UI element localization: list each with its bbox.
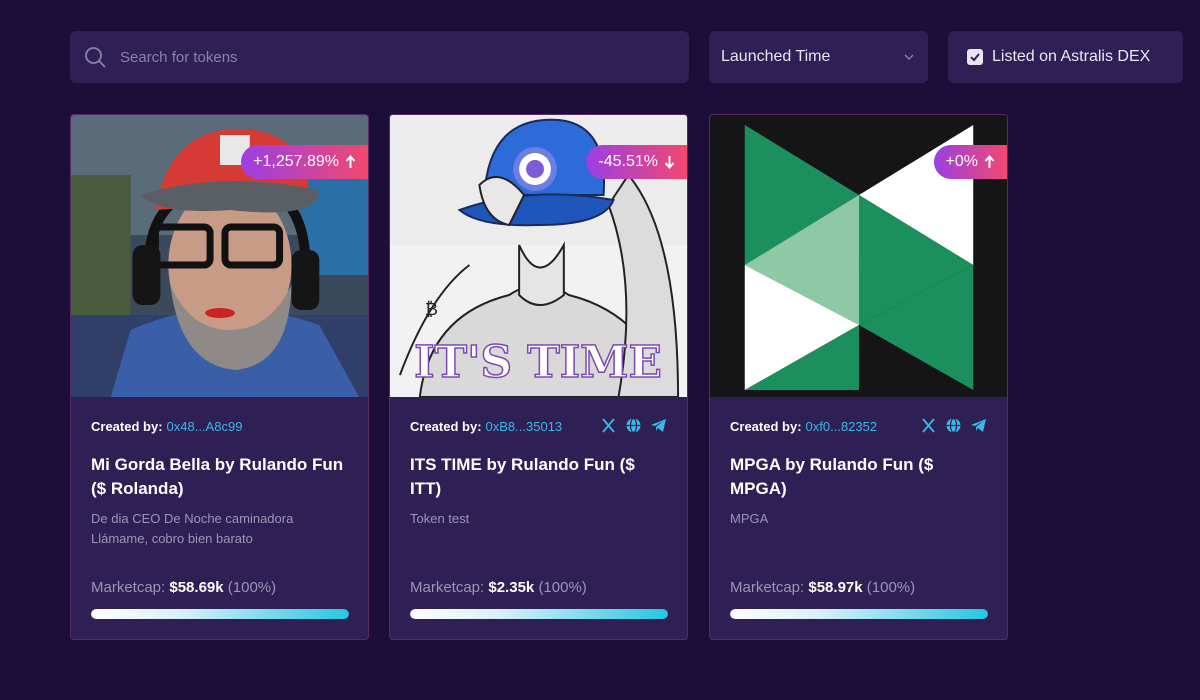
marketcap-line: Marketcap: $2.35k (100%) <box>410 579 587 596</box>
globe-icon[interactable] <box>625 417 642 434</box>
arrow-down-icon <box>664 155 675 169</box>
created-by-label: Created by: <box>730 418 802 434</box>
search-input[interactable] <box>120 31 689 83</box>
marketcap-progress-bar <box>91 609 349 619</box>
arrow-up-icon <box>345 155 356 169</box>
chevron-down-icon <box>903 51 915 63</box>
token-image: +1,257.89% <box>71 115 368 397</box>
creator-address-link[interactable]: 0xf0...82352 <box>806 419 878 434</box>
token-description: Token test <box>410 511 470 526</box>
marketcap-percent: (100%) <box>227 579 277 596</box>
svg-text:₿: ₿ <box>425 299 438 320</box>
listed-checkbox[interactable] <box>967 49 983 65</box>
token-card[interactable]: ₿ IT'S TIME -45.51% Created by: 0xB8...3… <box>389 114 688 640</box>
marketcap-label: Marketcap: <box>91 579 166 596</box>
marketcap-value: $2.35k <box>488 579 535 596</box>
listed-label: Listed on Astralis DEX <box>992 48 1151 65</box>
marketcap-value: $58.69k <box>169 579 224 596</box>
marketcap-percent: (100%) <box>866 579 916 596</box>
search-icon <box>84 46 106 68</box>
price-change-value: +1,257.89% <box>253 153 339 170</box>
created-by-label: Created by: <box>410 418 482 434</box>
token-title: ITS TIME by Rulando Fun ($ ITT) <box>410 455 635 498</box>
token-card[interactable]: +1,257.89% Created by: 0x48...A8c99 Mi G… <box>70 114 369 640</box>
search-bar[interactable] <box>70 31 689 83</box>
created-by-label: Created by: <box>91 418 163 434</box>
token-card[interactable]: +0% Created by: 0xf0...82352 MPGA by Rul… <box>709 114 1008 640</box>
token-title: Mi Gorda Bella by Rulando Fun ($ Rolanda… <box>91 455 344 498</box>
price-change-value: +0% <box>945 153 978 170</box>
marketcap-line: Marketcap: $58.69k (100%) <box>91 579 276 596</box>
price-change-badge: +0% <box>933 145 1007 179</box>
marketcap-line: Marketcap: $58.97k (100%) <box>730 579 915 596</box>
marketcap-percent: (100%) <box>538 579 587 596</box>
price-change-badge: -45.51% <box>586 145 687 179</box>
image-caption-text: IT'S TIME <box>414 337 662 388</box>
marketcap-label: Marketcap: <box>730 579 805 596</box>
creator-line: Created by: 0x48...A8c99 <box>91 417 348 435</box>
token-description: De dia CEO De Noche caminadora Llámame, … <box>91 511 294 546</box>
x-icon[interactable] <box>920 417 937 434</box>
social-links <box>600 417 667 434</box>
telegram-icon[interactable] <box>970 417 987 434</box>
creator-address-link[interactable]: 0x48...A8c99 <box>167 419 243 434</box>
marketcap-progress-bar <box>730 609 988 619</box>
token-image: +0% <box>710 115 1007 397</box>
marketcap-value: $58.97k <box>808 579 863 596</box>
progress-fill <box>730 609 988 619</box>
listed-on-dex-toggle[interactable]: Listed on Astralis DEX <box>948 31 1183 83</box>
price-change-value: -45.51% <box>598 153 658 170</box>
sort-dropdown[interactable]: Launched Time <box>709 31 928 83</box>
x-icon[interactable] <box>600 417 617 434</box>
token-image: ₿ IT'S TIME -45.51% <box>390 115 687 397</box>
globe-icon[interactable] <box>945 417 962 434</box>
progress-fill <box>91 609 349 619</box>
social-links <box>920 417 987 434</box>
marketcap-label: Marketcap: <box>410 579 485 596</box>
price-change-badge: +1,257.89% <box>241 145 368 179</box>
sort-label: Launched Time <box>721 48 831 65</box>
progress-fill <box>410 609 668 619</box>
telegram-icon[interactable] <box>650 417 667 434</box>
token-title: MPGA by Rulando Fun ($ MPGA) <box>730 455 934 498</box>
checkmark-icon <box>970 53 980 62</box>
creator-address-link[interactable]: 0xB8...35013 <box>486 419 563 434</box>
token-description: MPGA <box>730 511 769 526</box>
marketcap-progress-bar <box>410 609 668 619</box>
arrow-up-icon <box>984 155 995 169</box>
